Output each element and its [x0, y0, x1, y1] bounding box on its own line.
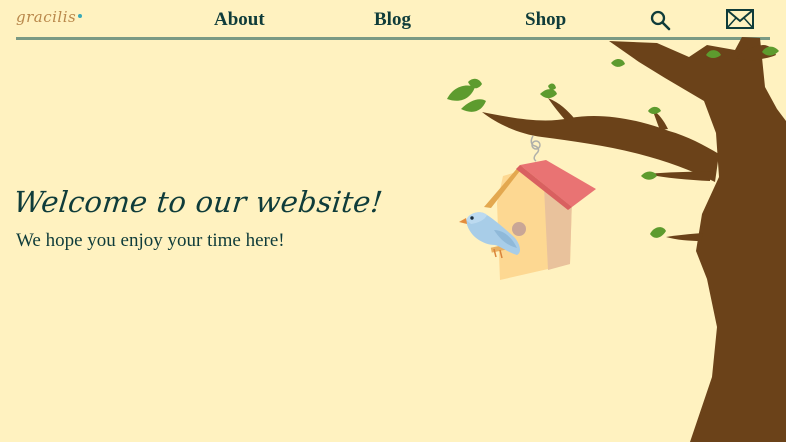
mail-icon[interactable]: [725, 8, 755, 30]
tree-branch-left: [482, 112, 719, 182]
tree-twig-lower: [645, 171, 711, 181]
tree-leaves: [447, 46, 779, 238]
page: gracilis About Blog Shop Welcome to our …: [0, 0, 786, 442]
navigation-divider: [16, 37, 770, 40]
birdhouse-hook: [530, 135, 541, 162]
nav-link-blog[interactable]: Blog: [374, 9, 411, 31]
top-navigation: gracilis About Blog Shop: [0, 0, 786, 40]
site-logo-text: gracilis: [16, 8, 77, 26]
site-logo[interactable]: gracilis: [16, 8, 83, 26]
logo-dot: [78, 14, 83, 18]
tree-trunk: [609, 37, 786, 442]
hero-subtitle: We hope you enjoy your time here!: [16, 230, 285, 251]
birdhouse: [484, 160, 596, 280]
tree-twig-upper: [548, 98, 574, 121]
tree-branch-upper-right: [736, 45, 776, 61]
hero-title: Welcome to our website!: [12, 185, 385, 219]
nav-link-about[interactable]: About: [214, 9, 265, 31]
hero-section: Welcome to our website! We hope you enjo…: [12, 185, 442, 252]
bluebird: [459, 212, 521, 259]
tree-twig-bottom: [666, 233, 703, 241]
tree-twig-middle: [652, 109, 668, 130]
nav-link-shop[interactable]: Shop: [525, 9, 566, 31]
search-icon[interactable]: [648, 8, 672, 32]
